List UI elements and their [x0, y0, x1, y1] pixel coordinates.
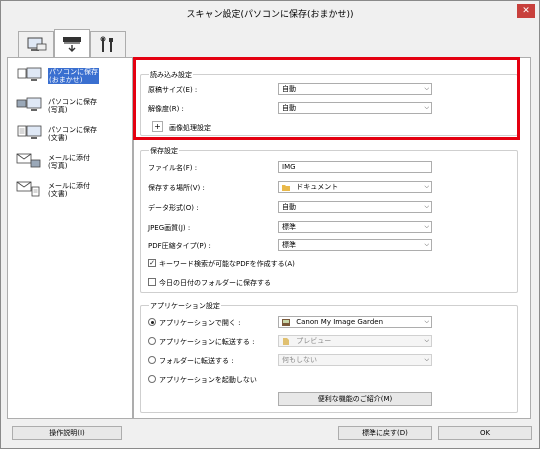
chevron-down-icon: ⌵ — [424, 318, 429, 325]
date-folder-label: 今日の日付のフォルダーに保存する — [159, 279, 271, 287]
defaults-button[interactable]: 標準に戻す(D) — [338, 426, 432, 440]
scan-settings-dialog: スキャン設定(パソコンに保存(おまかせ)) ✕ パソコンに保存 (おまかせ) パ… — [0, 0, 540, 449]
jpeg-quality-label: JPEG画質(J) : — [148, 224, 191, 232]
highlight-frame — [133, 57, 520, 140]
more-functions-button[interactable]: 便利な機能のご紹介(M) — [278, 392, 432, 406]
do-not-start-label: アプリケーションを起動しない — [159, 376, 257, 384]
data-format-value: 自動 — [282, 203, 296, 211]
chevron-down-icon: ⌵ — [424, 356, 429, 363]
send-to-folder-radio[interactable] — [148, 356, 156, 364]
open-with-label: アプリケーションで開く : — [159, 319, 241, 327]
send-to-app-value: プレビュー — [296, 337, 332, 345]
send-to-app-radio[interactable] — [148, 337, 156, 345]
tab-scan-from-operation-panel[interactable] — [54, 29, 90, 57]
list-item-label: パソコンに保存 (おまかせ) — [48, 68, 99, 84]
keyword-pdf-checkbox[interactable]: ✓ — [148, 259, 156, 267]
image-garden-icon — [282, 318, 290, 326]
send-to-folder-select[interactable]: 何もしない ⌵ — [278, 354, 432, 366]
scanner-panel-icon — [61, 35, 83, 53]
tab-general-settings[interactable] — [90, 31, 126, 57]
date-folder-checkbox[interactable] — [148, 278, 156, 286]
computer-auto-icon — [14, 65, 44, 87]
jpeg-quality-select[interactable]: 標準 ⌵ — [278, 221, 432, 233]
tools-icon — [98, 36, 118, 54]
list-item-label: メールに添付 (文書) — [48, 182, 90, 198]
computer-document-icon — [14, 123, 44, 145]
chevron-down-icon: ⌵ — [424, 241, 429, 248]
list-item-computer-photo[interactable]: パソコンに保存 (写真) — [10, 94, 130, 118]
save-in-label: 保存する場所(V) : — [148, 184, 205, 192]
file-name-label: ファイル名(F) : — [148, 164, 198, 172]
pdf-compression-value: 標準 — [282, 241, 296, 249]
group-title: アプリケーション設定 — [149, 301, 221, 311]
file-name-value: IMG — [282, 163, 296, 171]
send-to-app-select[interactable]: プレビュー ⌵ — [278, 335, 432, 347]
save-in-value: ドキュメント — [296, 183, 339, 191]
file-name-input[interactable]: IMG — [278, 161, 432, 173]
jpeg-quality-value: 標準 — [282, 223, 296, 231]
preview-icon — [282, 337, 290, 345]
list-item-computer-auto[interactable]: パソコンに保存 (おまかせ) — [10, 64, 130, 88]
computer-scan-icon — [25, 37, 47, 53]
send-to-folder-value: 何もしない — [282, 356, 317, 364]
send-to-folder-label: フォルダーに転送する : — [159, 357, 234, 365]
do-not-start-radio[interactable] — [148, 375, 156, 383]
list-item-label: パソコンに保存 (文書) — [48, 126, 97, 142]
list-item-label: パソコンに保存 (写真) — [48, 98, 97, 114]
chevron-down-icon: ⌵ — [424, 183, 429, 190]
close-button[interactable]: ✕ — [517, 4, 535, 18]
window-title: スキャン設定(パソコンに保存(おまかせ)) — [186, 10, 354, 20]
data-format-select[interactable]: 自動 ⌵ — [278, 201, 432, 213]
list-item-label: メールに添付 (写真) — [48, 154, 90, 170]
computer-photo-icon — [14, 95, 44, 117]
open-with-value: Canon My Image Garden — [296, 318, 384, 326]
group-title: 保存設定 — [149, 146, 179, 156]
chevron-down-icon: ⌵ — [424, 203, 429, 210]
ok-button[interactable]: OK — [438, 426, 532, 440]
instructions-button[interactable]: 操作説明(I) — [12, 426, 122, 440]
keyword-pdf-label: キーワード検索が可能なPDFを作成する(A) — [159, 260, 295, 268]
open-with-select[interactable]: Canon My Image Garden ⌵ — [278, 316, 432, 328]
pdf-compression-label: PDF圧縮タイプ(P) : — [148, 242, 211, 250]
mail-document-icon — [14, 179, 44, 201]
title-bar: スキャン設定(パソコンに保存(おまかせ)) ✕ — [1, 1, 539, 27]
save-in-select[interactable]: ドキュメント ⌵ — [278, 181, 432, 193]
mail-photo-icon — [14, 151, 44, 173]
list-item-computer-document[interactable]: パソコンに保存 (文書) — [10, 122, 130, 146]
list-item-mail-document[interactable]: メールに添付 (文書) — [10, 178, 130, 202]
open-with-radio[interactable] — [148, 318, 156, 326]
scan-type-list: パソコンに保存 (おまかせ) パソコンに保存 (写真) パソコンに保存 (文書)… — [7, 57, 133, 419]
data-format-label: データ形式(O) : — [148, 204, 199, 212]
tab-scan-from-computer[interactable] — [18, 31, 54, 57]
chevron-down-icon: ⌵ — [424, 223, 429, 230]
list-item-mail-photo[interactable]: メールに添付 (写真) — [10, 150, 130, 174]
send-to-app-label: アプリケーションに転送する : — [159, 338, 255, 346]
folder-icon — [282, 184, 290, 191]
pdf-compression-select[interactable]: 標準 ⌵ — [278, 239, 432, 251]
chevron-down-icon: ⌵ — [424, 337, 429, 344]
